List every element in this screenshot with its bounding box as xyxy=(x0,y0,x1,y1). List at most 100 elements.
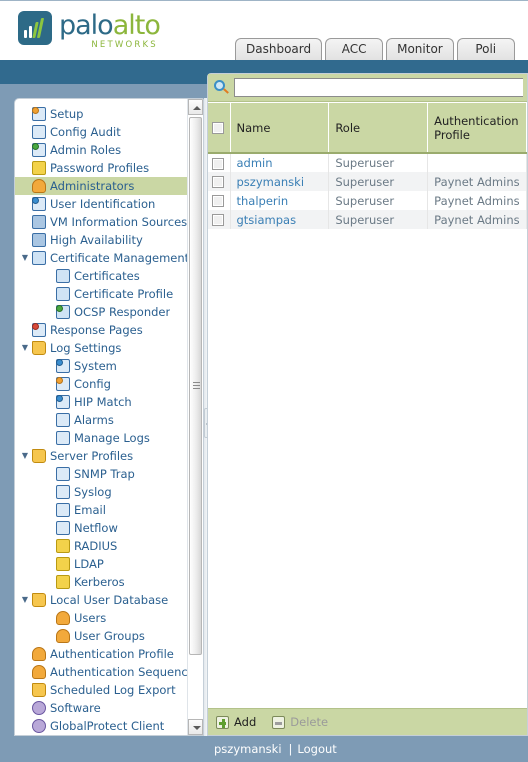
sidebar-item-snmp-trap[interactable]: · SNMP Trap xyxy=(15,465,187,483)
sidebar-item-setup[interactable]: · Setup xyxy=(15,105,187,123)
sidebar-item-label: User Groups xyxy=(74,629,145,643)
column-header-name[interactable]: Name xyxy=(230,103,330,154)
cell-name[interactable]: pszymanski xyxy=(230,172,330,191)
row-checkbox[interactable] xyxy=(212,157,224,170)
sidebar-item-response-pages[interactable]: · Response Pages xyxy=(15,321,187,339)
row-checkbox[interactable] xyxy=(212,176,224,188)
scrollbar-thumb[interactable] xyxy=(189,117,202,655)
select-all-checkbox[interactable] xyxy=(212,122,224,134)
sidebar-item-label: Config Audit xyxy=(50,125,121,139)
table-body: admin Superuser pszymanski Superuser Paynet … xyxy=(208,153,527,229)
sidebar-item-radius[interactable]: · RADIUS xyxy=(15,537,187,555)
sidebar-item-authentication-sequence[interactable]: · Authentication Sequence xyxy=(15,663,187,681)
sidebar-item-label: HIP Match xyxy=(74,395,132,409)
cell-role: Superuser xyxy=(328,153,429,172)
sidebar-item-ldap[interactable]: · LDAP xyxy=(15,555,187,573)
sidebar-item-administrators[interactable]: · Administrators xyxy=(15,177,187,195)
tree-indent-spacer: · xyxy=(43,393,55,411)
column-header-authentication-profile[interactable]: Authentication Profile xyxy=(427,103,527,154)
tab-monitor[interactable]: Monitor xyxy=(386,38,454,60)
tree-indent-spacer: · xyxy=(19,195,31,213)
tree-indent-spacer: · xyxy=(43,465,55,483)
search-icon xyxy=(213,79,231,97)
sidebar-item-config-audit[interactable]: · Config Audit xyxy=(15,123,187,141)
sidebar-item-config[interactable]: · Config xyxy=(15,375,187,393)
sidebar-scrollbar[interactable] xyxy=(187,99,203,735)
sidebar-item-users[interactable]: · Users xyxy=(15,609,187,627)
column-header-role[interactable]: Role xyxy=(328,103,429,154)
sidebar-item-manage-logs[interactable]: · Manage Logs xyxy=(15,429,187,447)
tab-dashboard[interactable]: Dashboard xyxy=(235,38,323,60)
sidebar-item-ocsp-responder[interactable]: · OCSP Responder xyxy=(15,303,187,321)
sidebar-item-alarms[interactable]: · Alarms xyxy=(15,411,187,429)
expand-collapse-icon[interactable]: ▼ xyxy=(19,591,31,609)
delete-button[interactable]: Delete xyxy=(272,715,328,729)
sidebar-item-certificate-profile[interactable]: · Certificate Profile xyxy=(15,285,187,303)
expand-collapse-icon[interactable]: ▼ xyxy=(19,249,31,267)
sidebar-item-high-availability[interactable]: · High Availability xyxy=(15,231,187,249)
tab-policies[interactable]: Poli xyxy=(456,38,515,60)
scroll-up-button[interactable] xyxy=(188,99,203,115)
tab-acc[interactable]: ACC xyxy=(325,38,384,60)
sidebar-item-hip-match[interactable]: · HIP Match xyxy=(15,393,187,411)
row-checkbox[interactable] xyxy=(212,195,224,207)
sidebar-item-password-profiles[interactable]: · Password Profiles xyxy=(15,159,187,177)
sidebar-item-certificate-management[interactable]: ▼ Certificate Management xyxy=(15,249,187,267)
cell-name[interactable]: thalperin xyxy=(230,191,330,210)
sidebar-item-vm-information-sources[interactable]: · VM Information Sources xyxy=(15,213,187,231)
sidebar-item-server-profiles[interactable]: ▼ Server Profiles xyxy=(15,447,187,465)
sidebar-item-system[interactable]: · System xyxy=(15,357,187,375)
row-select-cell[interactable] xyxy=(208,172,231,191)
row-checkbox[interactable] xyxy=(212,214,224,226)
sidebar-item-log-settings[interactable]: ▼ Log Settings xyxy=(15,339,187,357)
select-all-header[interactable] xyxy=(208,103,231,154)
table-row[interactable]: admin Superuser xyxy=(208,153,527,172)
sidebar-item-label: Setup xyxy=(50,107,84,121)
paloalto-bars-logo-icon xyxy=(18,11,52,45)
search-input[interactable] xyxy=(234,78,523,97)
sidebar-item-certificates[interactable]: · Certificates xyxy=(15,267,187,285)
expand-collapse-icon[interactable]: ▼ xyxy=(19,339,31,357)
expand-collapse-icon[interactable]: ▼ xyxy=(19,447,31,465)
users-icon xyxy=(55,610,71,626)
plus-icon xyxy=(216,715,229,729)
globalprotect-client-icon xyxy=(31,718,47,734)
logo-text-part2: alto xyxy=(112,10,161,41)
sidebar-item-netflow[interactable]: · Netflow xyxy=(15,519,187,537)
cell-role: Superuser xyxy=(328,172,429,191)
sidebar-item-globalprotect-client[interactable]: · GlobalProtect Client xyxy=(15,717,187,735)
sidebar-item-admin-roles[interactable]: · Admin Roles xyxy=(15,141,187,159)
log-settings-icon xyxy=(31,340,47,356)
sidebar-item-label: Admin Roles xyxy=(50,143,122,157)
tree-indent-spacer: · xyxy=(43,609,55,627)
table-row[interactable]: pszymanski Superuser Paynet Admins xyxy=(208,172,527,191)
row-select-cell[interactable] xyxy=(208,191,231,210)
tree-indent-spacer: · xyxy=(19,123,31,141)
row-select-cell[interactable] xyxy=(208,153,231,172)
table-row[interactable]: thalperin Superuser Paynet Admins xyxy=(208,191,527,210)
tree-indent-spacer: · xyxy=(43,555,55,573)
sidebar-item-scheduled-log-export[interactable]: · Scheduled Log Export xyxy=(15,681,187,699)
row-select-cell[interactable] xyxy=(208,210,231,229)
scroll-down-button[interactable] xyxy=(188,719,203,735)
cell-name[interactable]: admin xyxy=(230,153,330,172)
sidebar-item-software[interactable]: · Software xyxy=(15,699,187,717)
cell-name[interactable]: gtsiampas xyxy=(230,210,330,229)
sidebar-item-user-groups[interactable]: · User Groups xyxy=(15,627,187,645)
sidebar-item-label: Alarms xyxy=(74,413,114,427)
branding-bar: paloalto NETWORKS Dashboard ACC Monitor … xyxy=(0,0,528,60)
manage-logs-icon xyxy=(55,430,71,446)
scheduled-log-export-icon xyxy=(31,682,47,698)
sidebar-item-authentication-profile[interactable]: · Authentication Profile xyxy=(15,645,187,663)
status-bar: pszymanski | Logout xyxy=(0,736,528,762)
add-button[interactable]: Add xyxy=(216,715,256,729)
sidebar-item-label: GlobalProtect Client xyxy=(50,719,165,733)
certificate-profile-icon xyxy=(55,286,71,302)
sidebar-item-email[interactable]: · Email xyxy=(15,501,187,519)
sidebar-item-user-identification[interactable]: · User Identification xyxy=(15,195,187,213)
sidebar-item-syslog[interactable]: · Syslog xyxy=(15,483,187,501)
sidebar-item-local-user-database[interactable]: ▼ Local User Database xyxy=(15,591,187,609)
sidebar-item-kerberos[interactable]: · Kerberos xyxy=(15,573,187,591)
logout-link[interactable]: Logout xyxy=(297,742,336,756)
table-row[interactable]: gtsiampas Superuser Paynet Admins xyxy=(208,210,527,229)
